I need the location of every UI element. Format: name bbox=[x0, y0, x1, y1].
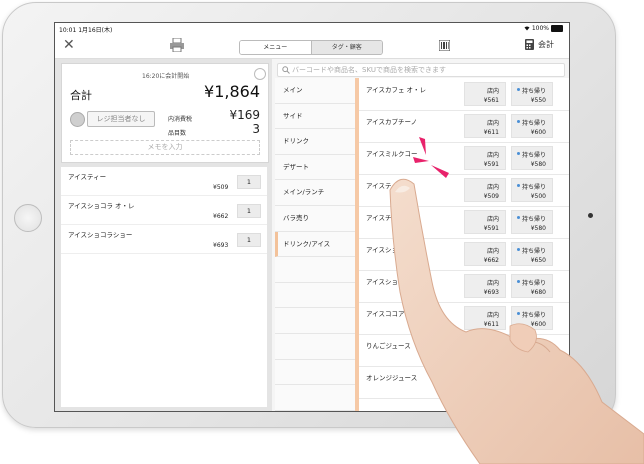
battery-text: 100% bbox=[531, 25, 549, 32]
status-date: 1月16日(木) bbox=[78, 27, 113, 34]
order-item[interactable]: アイスティー ¥509 1 bbox=[61, 167, 267, 196]
order-item-qty[interactable]: 1 bbox=[237, 175, 261, 189]
total-amount: ¥1,864 bbox=[204, 82, 260, 101]
product-search-input[interactable]: バーコードや商品名、SKUで商品を検索できます bbox=[277, 63, 565, 77]
dine-in-label: 店内 bbox=[486, 152, 499, 159]
order-item-price: ¥693 bbox=[213, 242, 229, 249]
status-time: 10:01 bbox=[59, 27, 77, 34]
tax-label: 内消費税 bbox=[168, 116, 193, 123]
category-item-active[interactable]: ドリンク/アイス bbox=[275, 231, 355, 258]
category-item[interactable] bbox=[275, 385, 355, 411]
dine-in-price: ¥591 bbox=[483, 161, 499, 168]
takeout-dot bbox=[517, 152, 520, 155]
category-item[interactable] bbox=[275, 283, 355, 309]
tab-customer[interactable]: タグ・顧客 bbox=[311, 41, 382, 54]
order-item-name: アイスショコラショー bbox=[68, 231, 133, 239]
cashier-select-button[interactable]: レジ担当者なし bbox=[87, 111, 155, 127]
top-toolbar: ✕ メニュー タグ・顧客 会計 bbox=[55, 34, 569, 59]
order-item-price: ¥509 bbox=[213, 184, 229, 191]
order-item-price: ¥662 bbox=[213, 213, 229, 220]
order-item-list: アイスティー ¥509 1 アイスショコラ オ・レ ¥662 1 アイスショコラ… bbox=[61, 167, 267, 407]
takeout-button[interactable]: 持ち帰り ¥580 bbox=[511, 146, 553, 170]
takeout-dot bbox=[517, 88, 520, 91]
avatar bbox=[70, 112, 85, 127]
order-item[interactable]: アイスショコラ オ・レ ¥662 1 bbox=[61, 196, 267, 225]
order-item-name: アイスショコラ オ・レ bbox=[68, 202, 135, 210]
takeout-dot bbox=[517, 120, 520, 123]
category-item[interactable]: サイド bbox=[275, 104, 355, 130]
order-options-button[interactable] bbox=[254, 68, 266, 80]
order-pane: 16:20に会計開始 合計 ¥1,864 レジ担当者なし 内消費税 ¥169 品… bbox=[55, 59, 272, 411]
register-icon bbox=[525, 39, 534, 50]
takeout-label: 持ち帰り bbox=[521, 88, 546, 95]
category-item[interactable]: ドリンク bbox=[275, 129, 355, 155]
product-row: アイスカプチーノ 店内 ¥611 持ち帰り ¥600 bbox=[359, 110, 569, 143]
printer-icon[interactable] bbox=[170, 38, 184, 52]
memo-input[interactable]: メモを入力 bbox=[70, 140, 260, 155]
total-label: 合計 bbox=[70, 89, 92, 102]
order-item-name: アイスティー bbox=[68, 173, 107, 181]
category-item[interactable] bbox=[275, 257, 355, 283]
dine-in-label: 店内 bbox=[486, 120, 499, 127]
dine-in-button[interactable]: 店内 ¥561 bbox=[464, 82, 506, 106]
battery-icon bbox=[551, 25, 563, 32]
product-name: アイスカプチーノ bbox=[366, 118, 418, 126]
product-row: アイスカフェ オ・レ 店内 ¥561 持ち帰り ¥550 bbox=[359, 78, 569, 111]
category-item[interactable] bbox=[275, 308, 355, 334]
order-summary: 16:20に会計開始 合計 ¥1,864 レジ担当者なし 内消費税 ¥169 品… bbox=[61, 63, 269, 163]
finger-hand bbox=[389, 178, 644, 464]
tab-menu[interactable]: メニュー bbox=[240, 41, 312, 54]
order-item[interactable]: アイスショコラショー ¥693 1 bbox=[61, 225, 267, 254]
item-count-label: 品目数 bbox=[168, 130, 187, 137]
category-item[interactable] bbox=[275, 334, 355, 360]
view-switch: メニュー タグ・顧客 bbox=[239, 40, 383, 55]
takeout-button[interactable]: 持ち帰り ¥550 bbox=[511, 82, 553, 106]
product-name: アイスミルクコー bbox=[366, 150, 418, 158]
takeout-label: 持ち帰り bbox=[521, 120, 546, 127]
close-icon[interactable]: ✕ bbox=[63, 37, 75, 53]
product-row: アイスミルクコー 店内 ¥591 持ち帰り ¥580 bbox=[359, 142, 569, 175]
category-item[interactable]: バラ売り bbox=[275, 206, 355, 232]
order-item-qty[interactable]: 1 bbox=[237, 204, 261, 218]
category-item[interactable]: メイン bbox=[275, 78, 355, 104]
item-count-value: 3 bbox=[252, 122, 260, 136]
category-item[interactable]: メイン/ランチ bbox=[275, 180, 355, 206]
category-item[interactable] bbox=[275, 360, 355, 386]
order-item-qty[interactable]: 1 bbox=[237, 233, 261, 247]
tax-value: ¥169 bbox=[229, 108, 260, 122]
dine-in-label: 店内 bbox=[486, 88, 499, 95]
status-bar: 10:01 1月16日(木) 100% bbox=[55, 23, 569, 34]
takeout-price: ¥580 bbox=[530, 161, 546, 168]
dine-in-price: ¥561 bbox=[483, 97, 499, 104]
search-icon bbox=[282, 66, 290, 74]
takeout-button[interactable]: 持ち帰り ¥600 bbox=[511, 114, 553, 138]
register-button[interactable]: 会計 bbox=[525, 39, 554, 50]
checkout-start-time: 16:20に会計開始 bbox=[142, 73, 190, 80]
takeout-label: 持ち帰り bbox=[521, 152, 546, 159]
product-name: アイスカフェ オ・レ bbox=[366, 86, 427, 94]
register-label: 会計 bbox=[538, 40, 554, 49]
takeout-price: ¥550 bbox=[530, 97, 546, 104]
search-placeholder: バーコードや商品名、SKUで商品を検索できます bbox=[292, 66, 446, 74]
dine-in-price: ¥611 bbox=[483, 129, 499, 136]
wifi-icon bbox=[524, 26, 530, 31]
home-button[interactable] bbox=[14, 204, 42, 232]
dine-in-button[interactable]: 店内 ¥591 bbox=[464, 146, 506, 170]
category-item[interactable]: デザート bbox=[275, 155, 355, 181]
barcode-icon[interactable] bbox=[439, 40, 450, 51]
category-list: メイン サイド ドリンク デザート メイン/ランチ バラ売り ドリンク/アイス bbox=[275, 78, 356, 411]
takeout-price: ¥600 bbox=[530, 129, 546, 136]
dine-in-button[interactable]: 店内 ¥611 bbox=[464, 114, 506, 138]
